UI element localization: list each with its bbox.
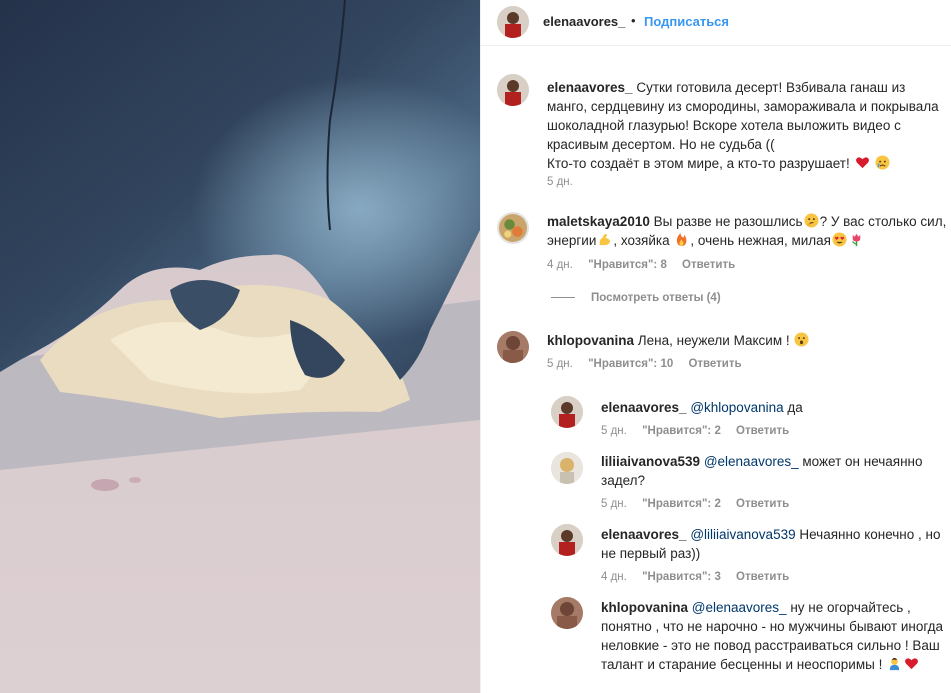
reply-meta: 5 дн. "Нравится": 2 Ответить bbox=[601, 498, 801, 510]
comment-username[interactable]: khlopovanina bbox=[547, 333, 634, 348]
reply-avatar-liliiaivanova539[interactable] bbox=[551, 452, 583, 484]
comment-body: Лена, неужели Максим ! bbox=[637, 333, 790, 348]
comment-avatar-maletskaya2010[interactable] bbox=[497, 212, 529, 244]
reply-mention[interactable]: @liliiaivanova539 bbox=[690, 527, 795, 542]
comment-likes[interactable]: "Нравится": 10 bbox=[588, 358, 673, 370]
comment-meta: 4 дн. "Нравится": 8 Ответить bbox=[547, 259, 747, 271]
comment-body-part: , хозяйка bbox=[613, 233, 670, 248]
reply-meta: 4 дн. "Нравится": 3 Ответить bbox=[601, 571, 801, 583]
flexed-biceps-icon bbox=[600, 233, 611, 246]
comment-avatar-khlopovanina[interactable] bbox=[497, 331, 529, 363]
thinking-face-icon bbox=[804, 213, 819, 228]
caption-avatar[interactable] bbox=[497, 74, 529, 106]
reply-time[interactable]: 5 дн. bbox=[601, 425, 627, 437]
reply-button[interactable]: Ответить bbox=[736, 425, 789, 437]
reply-likes[interactable]: "Нравится": 2 bbox=[642, 498, 721, 510]
caption-username[interactable]: elenaavores_ bbox=[547, 80, 633, 95]
view-replies-button[interactable]: Посмотреть ответы (4) bbox=[551, 292, 721, 304]
comment-time[interactable]: 5 дн. bbox=[547, 358, 573, 370]
reply-time[interactable]: 5 дн. bbox=[601, 498, 627, 510]
reply-button[interactable]: Ответить bbox=[682, 259, 735, 271]
view-replies-label: Посмотреть ответы (4) bbox=[591, 292, 721, 304]
follow-button[interactable]: Подписаться bbox=[644, 14, 729, 29]
crying-face-icon bbox=[875, 155, 890, 170]
header-separator: • bbox=[631, 13, 636, 28]
reply-time[interactable]: 4 дн. bbox=[601, 571, 627, 583]
comment-time[interactable]: 4 дн. bbox=[547, 259, 573, 271]
heart-icon bbox=[905, 658, 919, 670]
caption-meta: 5 дн. bbox=[547, 176, 585, 188]
reply-button[interactable]: Ответить bbox=[736, 571, 789, 583]
reply-likes[interactable]: "Нравится": 3 bbox=[642, 571, 721, 583]
person-bowing-icon bbox=[889, 657, 900, 671]
author-avatar[interactable] bbox=[497, 6, 529, 38]
reply-text: elenaavores_ @liliiaivanova539 Нечаянно … bbox=[601, 525, 946, 563]
comment-meta: 5 дн. "Нравится": 10 Ответить bbox=[547, 358, 754, 370]
dessert-photo-image bbox=[0, 0, 480, 693]
reply-text: elenaavores_ @khlopovanina да bbox=[601, 398, 946, 417]
reply-mention[interactable]: @elenaavores_ bbox=[692, 600, 787, 615]
reply-text: khlopovanina @elenaavores_ ну не огорчай… bbox=[601, 598, 946, 674]
comment-username[interactable]: maletskaya2010 bbox=[547, 214, 650, 229]
reply-username[interactable]: liliiaivanova539 bbox=[601, 454, 700, 469]
reply-mention[interactable]: @elenaavores_ bbox=[704, 454, 799, 469]
reply-avatar-khlopovanina[interactable] bbox=[551, 597, 583, 629]
reply-mention[interactable]: @khlopovanina bbox=[690, 400, 783, 415]
comment-text: maletskaya2010 Вы разве не разошлись? У … bbox=[547, 212, 947, 250]
comment-likes[interactable]: "Нравится": 8 bbox=[588, 259, 667, 271]
reply-button[interactable]: Ответить bbox=[688, 358, 741, 370]
reply-username[interactable]: elenaavores_ bbox=[601, 527, 687, 542]
fire-icon bbox=[677, 232, 687, 247]
comments-panel: elenaavores_ • Подписаться elenaavores_ … bbox=[480, 0, 951, 693]
reply-username[interactable]: elenaavores_ bbox=[601, 400, 687, 415]
comment-text: khlopovanina Лена, неужели Максим ! bbox=[547, 331, 947, 350]
surprised-face-icon bbox=[794, 332, 809, 347]
reply-avatar-elenaavores[interactable] bbox=[551, 524, 583, 556]
reply-username[interactable]: khlopovanina bbox=[601, 600, 688, 615]
tulip-icon bbox=[852, 233, 861, 247]
comment-body-part: Вы разве не разошлись bbox=[653, 214, 803, 229]
post-header: elenaavores_ • Подписаться bbox=[481, 0, 951, 46]
caption-text: elenaavores_ Сутки готовила десерт! Взби… bbox=[547, 78, 949, 173]
author-username[interactable]: elenaavores_ bbox=[543, 14, 625, 29]
post-photo[interactable] bbox=[0, 0, 480, 693]
reply-button[interactable]: Ответить bbox=[736, 498, 789, 510]
heart-eyes-icon bbox=[832, 232, 847, 247]
heart-icon bbox=[855, 157, 869, 169]
reply-meta: 5 дн. "Нравится": 2 Ответить bbox=[601, 425, 801, 437]
replies-divider-line bbox=[551, 297, 575, 299]
reply-body: да bbox=[787, 400, 803, 415]
reply-likes[interactable]: "Нравится": 2 bbox=[642, 425, 721, 437]
caption-body-2: Кто-то создаёт в этом мире, а кто-то раз… bbox=[547, 156, 850, 171]
caption-time[interactable]: 5 дн. bbox=[547, 176, 573, 188]
reply-text: liliiaivanova539 @elenaavores_ может он … bbox=[601, 452, 946, 490]
comment-body-part: , очень нежная, милая bbox=[690, 233, 831, 248]
reply-avatar-elenaavores[interactable] bbox=[551, 396, 583, 428]
